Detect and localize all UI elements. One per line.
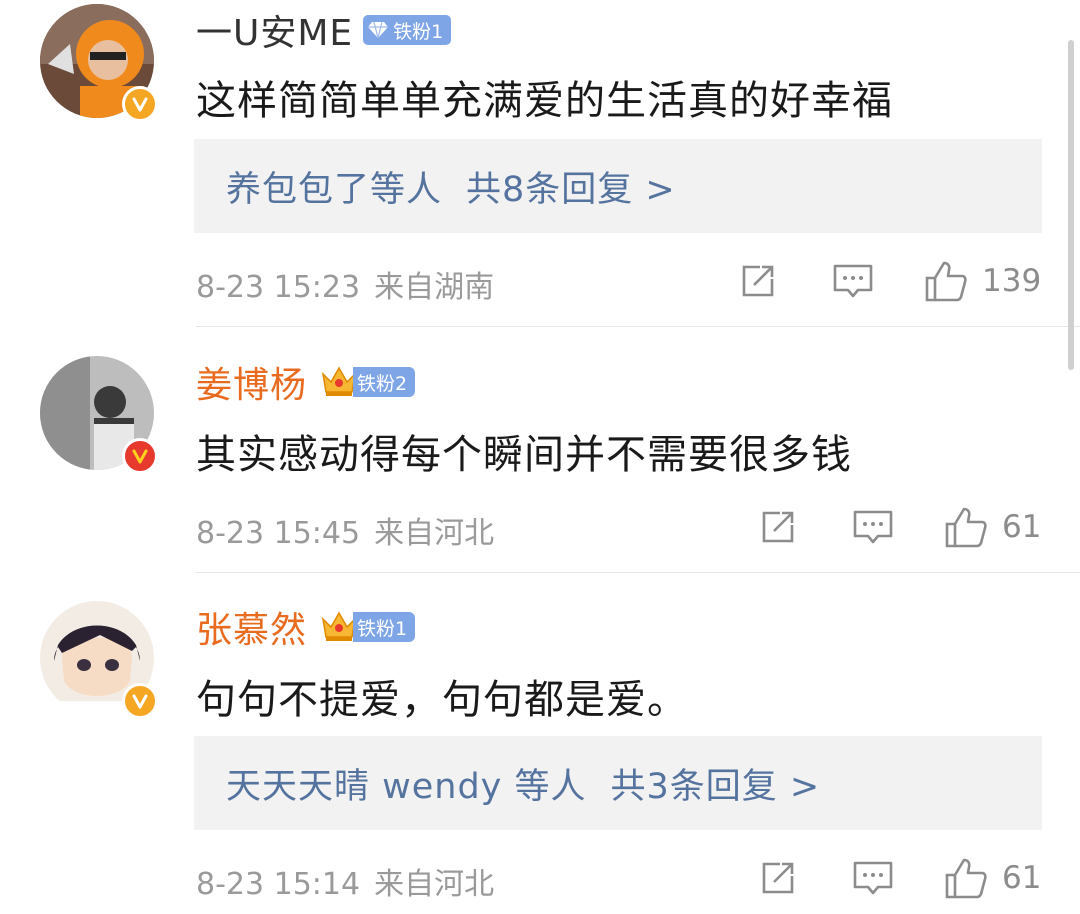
comment-text: 其实感动得每个瞬间并不需要很多钱 xyxy=(196,432,852,478)
timestamp: 8-23 15:23 xyxy=(196,270,361,305)
comment-icon[interactable] xyxy=(852,507,894,547)
location: 来自湖南 xyxy=(374,270,495,305)
verified-v-icon xyxy=(122,86,158,122)
fan-badge-label: 铁粉2 xyxy=(353,367,416,397)
username[interactable]: 姜博杨 xyxy=(196,356,307,408)
reply-count-link[interactable]: 共8条回复 > xyxy=(466,161,676,212)
avatar[interactable] xyxy=(40,356,158,474)
comment-item: 姜博杨 铁粉2 其实感动得每个瞬间并不需要很多钱 8-23 15:45 来自河北 … xyxy=(0,330,1080,575)
verified-v-icon xyxy=(122,683,158,719)
share-icon[interactable] xyxy=(758,507,798,547)
timestamp: 8-23 15:45 xyxy=(196,516,361,551)
comment-item: 张慕然 铁粉1 句句不提爱，句句都是爱。 天天天晴 wendy 等人 共3条回复… xyxy=(0,575,1080,914)
replies-box[interactable]: 养包包了等人 共8条回复 > xyxy=(194,139,1042,233)
share-icon[interactable] xyxy=(738,261,778,301)
thumbs-up-icon[interactable] xyxy=(924,259,968,303)
fan-badge-label: 铁粉1 xyxy=(353,612,416,642)
timestamp: 8-23 15:14 xyxy=(196,867,361,902)
comment-text: 这样简简单单充满爱的生活真的好幸福 xyxy=(196,78,893,124)
reply-users: 养包包了等人 xyxy=(226,169,443,210)
fan-badge: 铁粉1 xyxy=(363,15,452,45)
avatar[interactable] xyxy=(40,601,158,719)
username[interactable]: 一U安ME xyxy=(196,4,353,56)
comment-meta: 8-23 15:14 来自河北 xyxy=(196,859,494,903)
scrollbar[interactable] xyxy=(1068,40,1074,370)
comment-text: 句句不提爱，句句都是爱。 xyxy=(196,677,688,723)
reply-count-link[interactable]: 共3条回复 > xyxy=(611,758,821,809)
verified-v-icon xyxy=(122,438,158,474)
comment-item: 一U安ME 铁粉1 这样简简单单充满爱的生活真的好幸福 养包包了等人 共8条回复… xyxy=(0,0,1080,330)
divider xyxy=(196,572,1080,573)
location: 来自河北 xyxy=(374,867,495,902)
diamond-icon xyxy=(367,21,389,39)
fan-badge-label: 铁粉1 xyxy=(393,20,444,43)
fan-badge: 铁粉2 xyxy=(319,362,416,402)
replies-box[interactable]: 天天天晴 wendy 等人 共3条回复 > xyxy=(194,736,1042,830)
like-count: 139 xyxy=(982,263,1042,299)
thumbs-up-icon[interactable] xyxy=(944,505,988,549)
comment-icon[interactable] xyxy=(832,261,874,301)
thumbs-up-icon[interactable] xyxy=(944,856,988,900)
comment-meta: 8-23 15:45 来自河北 xyxy=(196,508,494,552)
comment-meta: 8-23 15:23 来自湖南 xyxy=(196,262,494,306)
like-count: 61 xyxy=(1002,860,1042,896)
reply-users: 天天天晴 wendy 等人 xyxy=(226,766,587,807)
divider xyxy=(196,326,1080,327)
share-icon[interactable] xyxy=(758,858,798,898)
fan-badge: 铁粉1 xyxy=(319,607,416,647)
comment-icon[interactable] xyxy=(852,858,894,898)
like-count: 61 xyxy=(1002,509,1042,545)
avatar[interactable] xyxy=(40,4,158,122)
username[interactable]: 张慕然 xyxy=(196,601,307,653)
location: 来自河北 xyxy=(374,516,495,551)
